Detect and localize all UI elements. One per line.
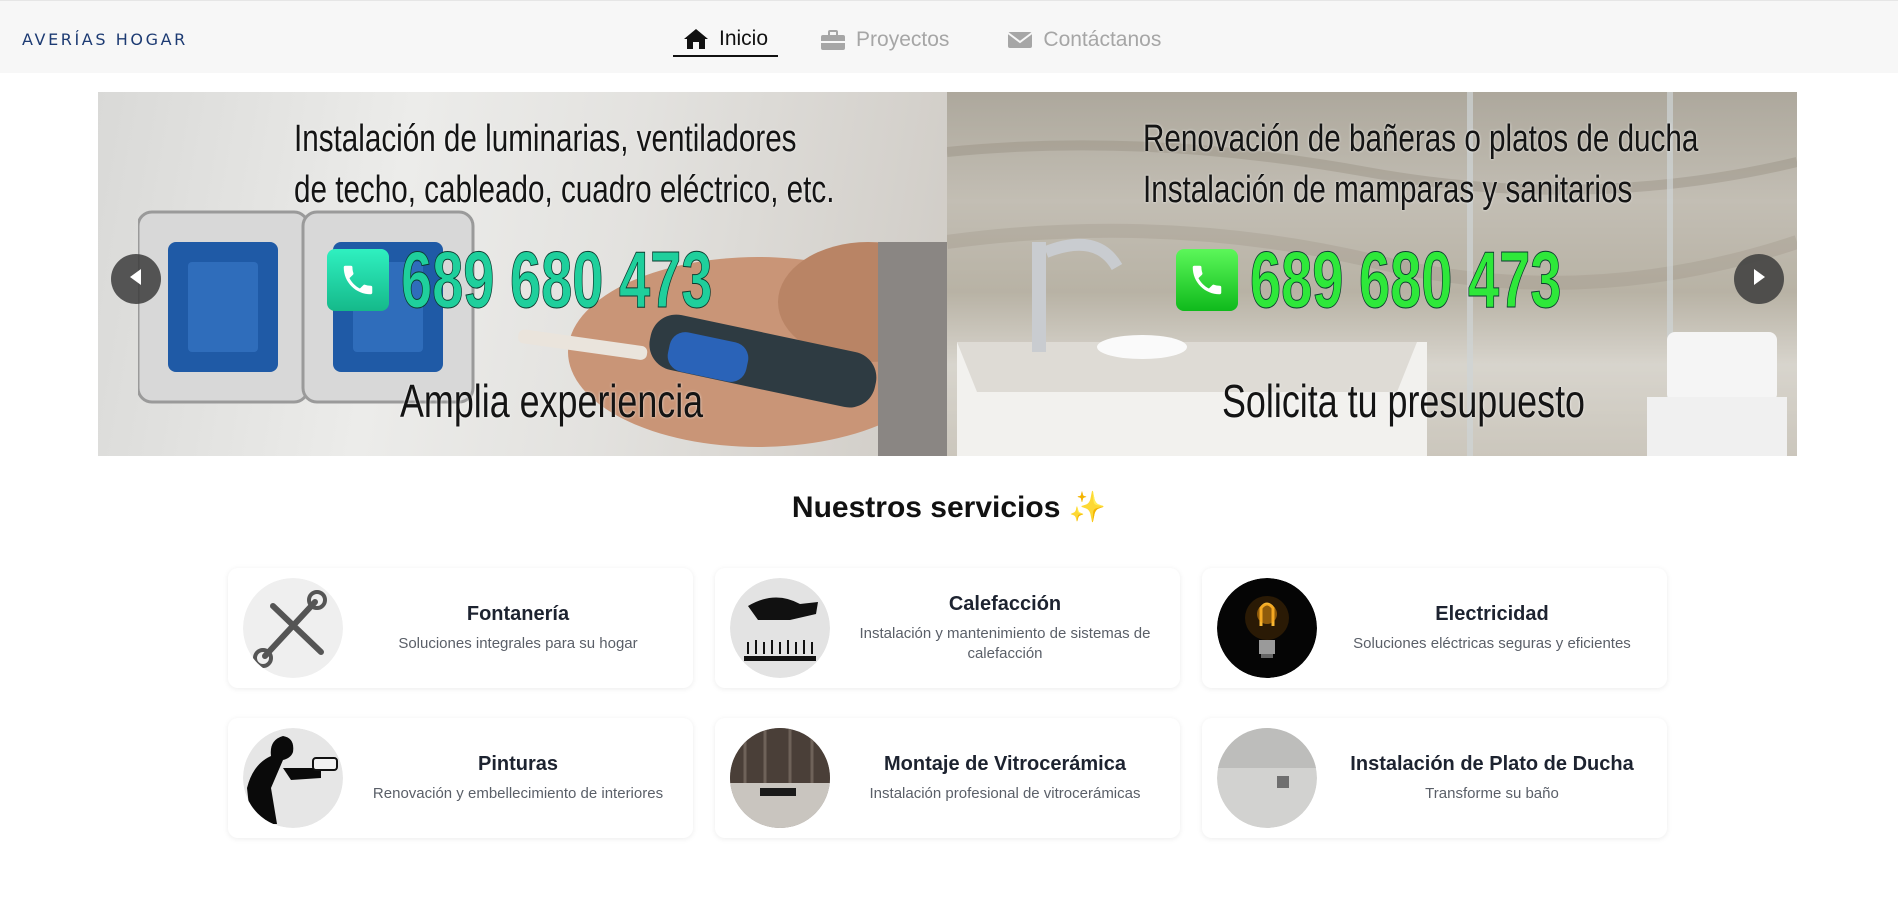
slide1-line2: de techo, cableado, cuadro eléctrico, et… <box>294 169 835 211</box>
services-grid: Fontanería Soluciones integrales para su… <box>228 568 1668 838</box>
chevron-left-icon <box>128 268 144 291</box>
carousel-prev-button[interactable] <box>111 254 161 304</box>
top-navbar: AVERÍAS HOGAR Inicio Proyectos Contáctan… <box>0 0 1898 73</box>
brand-logo[interactable]: AVERÍAS HOGAR <box>22 30 188 49</box>
service-card-calefaccion[interactable]: Calefacción Instalación y mantenimiento … <box>715 568 1180 688</box>
service-title: Fontanería <box>466 602 570 625</box>
service-title: Montaje de Vitrocerámica <box>884 752 1126 775</box>
heating-icon <box>730 578 830 678</box>
service-title: Calefacción <box>948 592 1062 615</box>
slide1-tagline: Amplia experiencia <box>400 375 704 427</box>
painter-icon <box>243 728 343 828</box>
service-card-pinturas[interactable]: Pinturas Renovación y embellecimiento de… <box>228 718 693 838</box>
service-card-plato-ducha[interactable]: Instalación de Plato de Ducha Transforme… <box>1202 718 1667 838</box>
service-card-vitroceramica[interactable]: Montaje de Vitrocerámica Instalación pro… <box>715 718 1180 838</box>
nav-inicio-label: Inicio <box>719 27 769 50</box>
service-desc: Soluciones integrales para su hogar <box>398 634 638 652</box>
main-nav: Inicio Proyectos Contáctanos <box>673 23 1171 57</box>
slide1-line1: Instalación de luminarias, ventiladores <box>294 118 797 160</box>
slide1-phone-number[interactable]: 689 680 473 <box>401 234 713 326</box>
envelope-icon <box>1007 30 1034 50</box>
chevron-right-icon <box>1751 268 1767 291</box>
slide2-line1: Renovación de bañeras o platos de ducha <box>1143 118 1699 160</box>
home-icon <box>683 28 709 50</box>
shower-tray-icon <box>1217 728 1317 828</box>
nav-contactanos[interactable]: Contáctanos <box>997 23 1171 57</box>
phone-icon <box>327 249 389 311</box>
briefcase-icon <box>820 29 846 51</box>
service-desc: Instalación y mantenimiento de sistemas … <box>859 624 1151 662</box>
service-title: Electricidad <box>1435 602 1549 625</box>
wrench-icon <box>243 578 343 678</box>
kitchen-icon <box>730 728 830 828</box>
service-desc: Instalación profesional de vitrocerámica… <box>869 784 1141 802</box>
slide1-phone: 689 680 473 <box>327 234 846 326</box>
nav-inicio[interactable]: Inicio <box>673 23 779 57</box>
lightbulb-icon <box>1217 578 1317 678</box>
hero-carousel: Instalación de luminarias, ventiladores … <box>98 92 1797 456</box>
nav-contactanos-label: Contáctanos <box>1043 28 1162 51</box>
carousel-slide-bathroom: Renovación de bañeras o platos de ducha … <box>947 92 1797 456</box>
service-desc: Transforme su baño <box>1425 784 1559 802</box>
slide2-phone-number[interactable]: 689 680 473 <box>1250 234 1562 326</box>
nav-proyectos[interactable]: Proyectos <box>810 23 959 57</box>
slide2-line2: Instalación de mamparas y sanitarios <box>1143 169 1633 211</box>
service-title: Instalación de Plato de Ducha <box>1350 752 1634 775</box>
services-title: Nuestros servicios ✨ <box>791 491 1107 524</box>
service-card-electricidad[interactable]: Electricidad Soluciones eléctricas segur… <box>1202 568 1667 688</box>
carousel-next-button[interactable] <box>1734 254 1784 304</box>
service-title: Pinturas <box>477 752 559 775</box>
phone-icon <box>1176 249 1238 311</box>
nav-proyectos-label: Proyectos <box>856 28 950 51</box>
slide2-phone: 689 680 473 <box>1176 234 1695 326</box>
service-card-fontaneria[interactable]: Fontanería Soluciones integrales para su… <box>228 568 693 688</box>
service-desc: Renovación y embellecimiento de interior… <box>372 784 664 802</box>
slide2-tagline: Solicita tu presupuesto <box>1222 375 1586 427</box>
service-desc: Soluciones eléctricas seguras y eficient… <box>1353 634 1631 652</box>
carousel-slide-electrical: Instalación de luminarias, ventiladores … <box>98 92 948 456</box>
